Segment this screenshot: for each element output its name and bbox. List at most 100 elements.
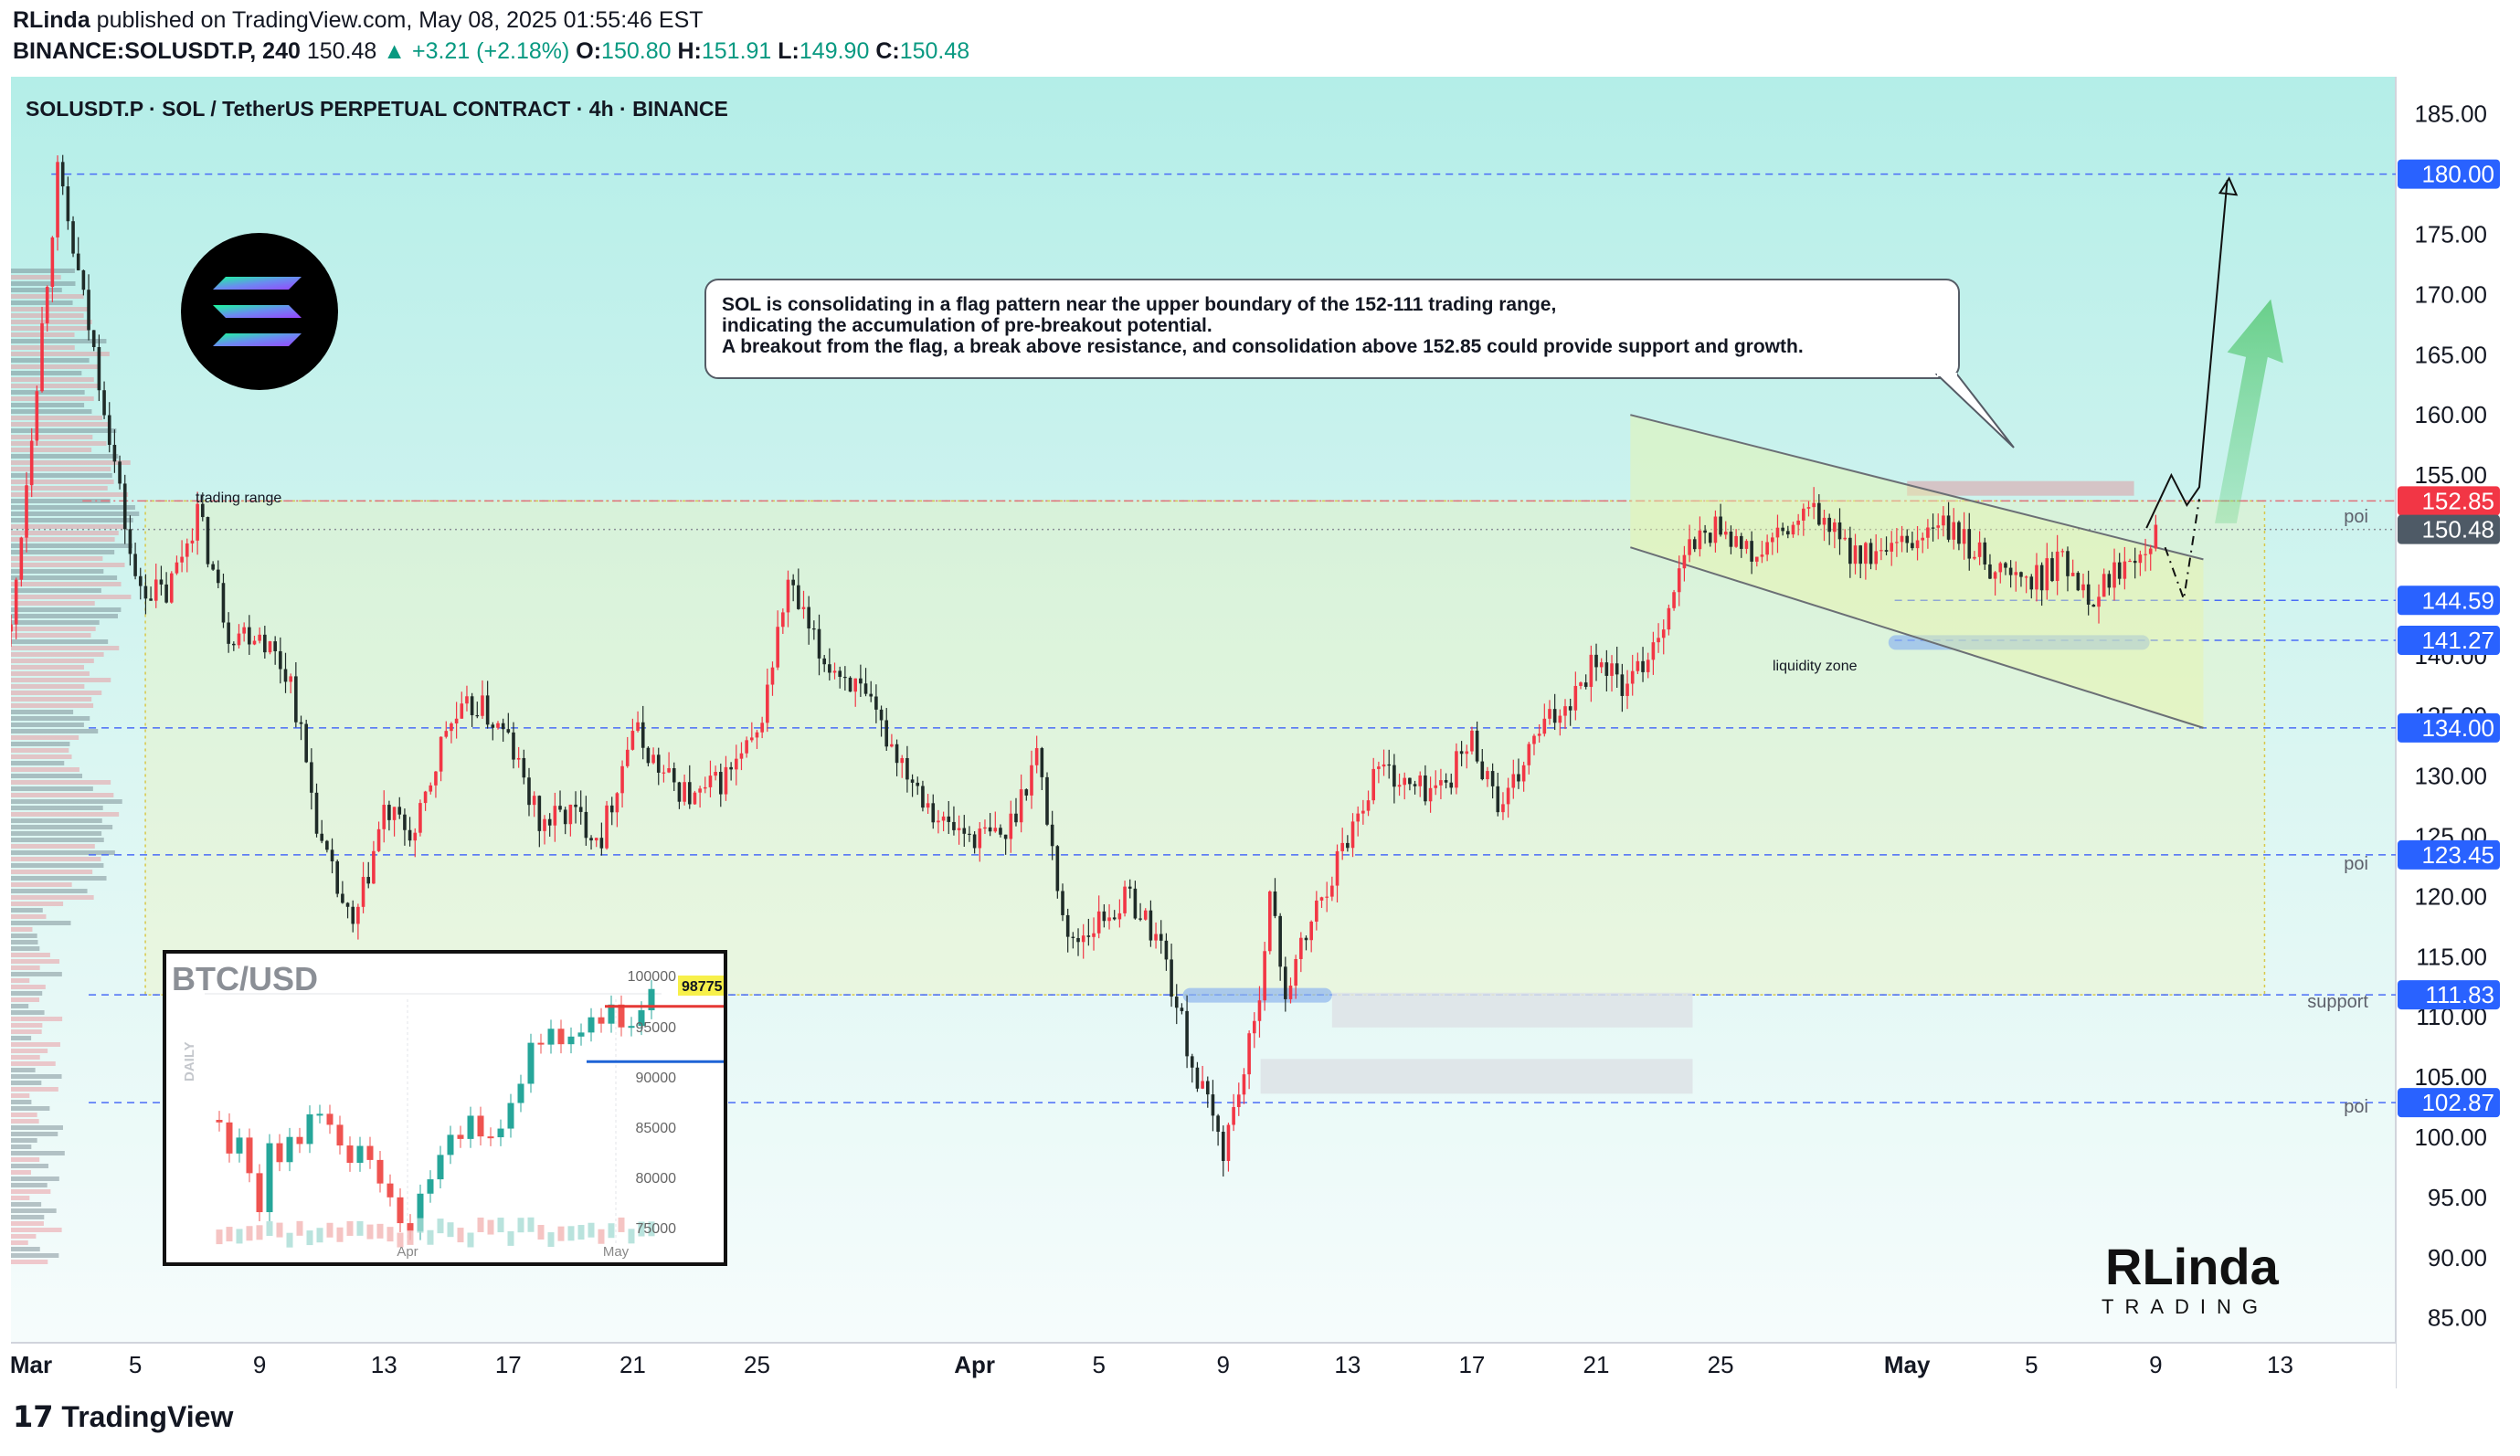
candle-body [325,840,329,850]
candle-body [1040,748,1044,777]
candle-body [1573,685,1578,711]
candle-body [2091,604,2096,607]
chart-frame[interactable]: 85.00 90.00 95.00 100.00 105.00 110.00 115.00 1… [11,77,2507,1388]
candle-body [828,664,831,673]
candle-body [1822,517,1826,525]
candle-body [1263,951,1266,1001]
price-tag-label: 141.27 [2421,627,2494,654]
candle-body [817,628,821,659]
candle-body [1201,1081,1204,1089]
symbol-label[interactable]: BINANCE:SOLUSDT.P, 240 [13,38,301,64]
inset-candle-body [336,1124,344,1146]
candle-body [1890,543,1894,552]
inset-candle-body [266,1143,273,1213]
volume-profile-bar [11,524,127,529]
candle-body [335,860,340,894]
volume-profile-bar [11,326,90,331]
candle-body [454,718,459,724]
volume-profile-bar [11,678,111,682]
inset-volume-bar [296,1220,303,1236]
volume-profile-bar [11,914,47,919]
candle-body [584,811,588,839]
volume-profile-bar [11,799,122,804]
volume-profile-bar [11,825,113,829]
candle-body [869,693,874,697]
grey-zone-upper [1331,992,1693,1028]
candle-body [766,684,769,723]
author-name[interactable]: RLinda [13,7,90,33]
price-tag-label: 123.45 [2421,841,2494,869]
price-chart[interactable]: 85.0090.0095.00100.00105.00110.00115.001… [11,77,2507,1388]
trading-range-label: trading range [196,491,281,506]
tradingview-logo[interactable]: 𝟭𝟳 TradingView [13,1399,233,1434]
volume-profile-bar [11,390,85,395]
inset-volume-bar [618,1217,625,1232]
inset-volume-bar [608,1223,615,1239]
candle-body [1288,986,1293,999]
volume-profile-bar [11,1055,40,1060]
price-tag-label: 150.48 [2421,516,2494,543]
time-tick-label: 21 [619,1351,646,1378]
volume-profile-bar [11,671,90,676]
volume-profile-bar [11,831,102,836]
volume-profile-bar [11,1151,65,1155]
candle-body [2154,524,2158,549]
candle-body [574,804,577,807]
candle-body [532,796,536,806]
candle-body [547,818,552,826]
candle-body [196,503,199,541]
candle-body [258,634,261,641]
candle-body [387,805,391,820]
inset-volume-bar [487,1219,494,1235]
candle-body [1346,842,1350,849]
solana-logo [181,233,338,390]
inset-xtick-may: May [603,1244,630,1260]
volume-profile-bar [11,691,102,695]
candle-body [283,669,288,682]
volume-profile-bar [11,703,94,708]
candle-body [1434,785,1438,788]
candle-body [863,683,868,694]
candle-body [589,838,593,841]
volume-profile-bar [11,1042,60,1047]
candle-body [2050,558,2054,582]
candle-body [693,792,697,805]
inset-volume-bar [386,1227,394,1242]
candle-body [1786,531,1790,535]
publish-text: published on TradingView.com, May 08, 20… [96,7,704,33]
candle-body [465,696,469,704]
candle-body [1377,766,1381,769]
candle-body [1563,706,1567,716]
volume-profile-bar [11,1100,32,1104]
candle-body [71,221,75,254]
inset-frame [163,950,727,1266]
candle-body [781,612,785,628]
candle-body [1765,542,1769,555]
candle-body [957,828,961,830]
volume-profile-bar [11,774,83,778]
inset-volume-bar [427,1229,434,1245]
inset-candle-body [226,1122,233,1154]
candle-body [1713,516,1718,543]
volume-profile-bar [11,684,85,689]
volume-profile-bar [11,416,102,420]
candle-body [786,579,790,613]
candle-body [972,834,977,849]
candle-body [320,833,323,841]
candle-body [330,849,334,861]
inset-ytick-5: 80000 [636,1171,677,1187]
btc-inset[interactable]: BTC/USD DAILY 100000 95000 90000 85000 8… [163,950,727,1266]
volume-profile-bar [11,505,135,510]
volume-profile-bar [11,556,103,561]
volume-profile-bar [11,793,114,797]
candle-body [372,850,376,884]
candle-body [232,643,236,646]
inset-volume-bar [256,1225,263,1240]
candle-body [553,806,557,826]
price-tag-label: 102.87 [2421,1089,2494,1116]
price-tick-label: 85.00 [2428,1304,2487,1332]
inset-volume-bar [557,1226,565,1241]
inset-candle-body [427,1179,434,1194]
candle-body [1962,529,1966,544]
candle-body [107,415,111,446]
